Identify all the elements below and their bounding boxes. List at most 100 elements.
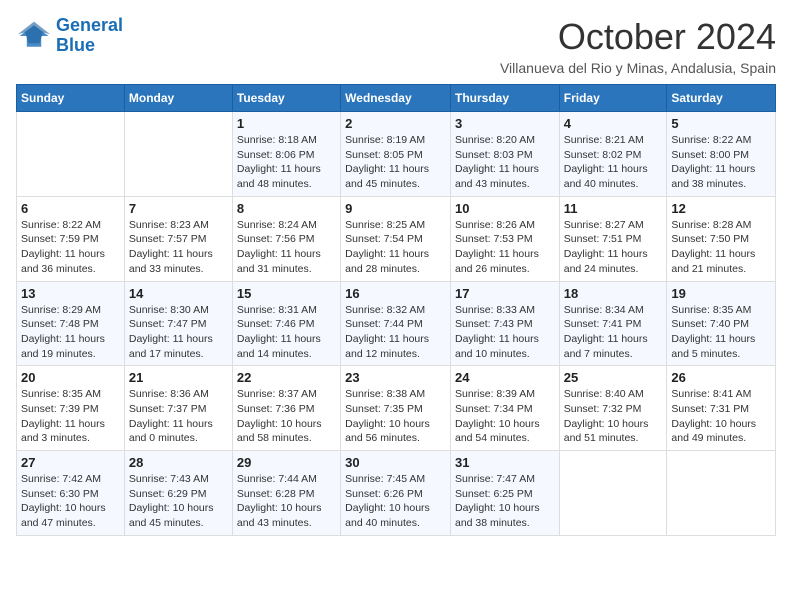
logo-text: General Blue: [56, 16, 123, 56]
calendar-week-row: 6Sunrise: 8:22 AM Sunset: 7:59 PM Daylig…: [17, 196, 776, 281]
calendar-week-row: 20 Sunrise: 8:35 AM Sunset: 7:39 PM Dayli…: [17, 366, 776, 451]
month-title: October 2024: [500, 16, 776, 58]
day-info: Sunrise: 8:22 AM Sunset: 7:59 PM Dayligh…: [21, 218, 120, 277]
day-number: 1: [237, 116, 336, 131]
day-info: Sunrise: 8:23 AM Sunset: 7:57 PM Dayligh…: [129, 218, 228, 277]
day-number: 25: [564, 370, 663, 385]
day-info: Sunrise: 8:38 AM Sunset: 7:35 PM Dayligh…: [345, 387, 446, 446]
calendar-week-row: 1 Sunrise: 8:18 AM Sunset: 8:06 PM Daylig…: [17, 112, 776, 197]
weekday-header-saturday: Saturday: [667, 85, 776, 112]
day-info: Sunrise: 8:41 AM Sunset: 7:31 PM Dayligh…: [671, 387, 771, 446]
calendar-cell: 14Sunrise: 8:30 AM Sunset: 7:47 PM Dayli…: [124, 281, 232, 366]
calendar-cell: 29 Sunrise: 7:44 AM Sunset: 6:28 PM Dayli…: [232, 451, 340, 536]
day-info: Sunrise: 8:21 AM Sunset: 8:02 PM Dayligh…: [564, 133, 663, 192]
day-number: 5: [671, 116, 771, 131]
calendar-week-row: 27 Sunrise: 7:42 AM Sunset: 6:30 PM Dayli…: [17, 451, 776, 536]
day-info: Sunrise: 8:24 AM Sunset: 7:56 PM Dayligh…: [237, 218, 336, 277]
logo: General Blue: [16, 16, 123, 56]
day-number: 2: [345, 116, 446, 131]
day-number: 28: [129, 455, 228, 470]
day-info: Sunrise: 8:35 AM Sunset: 7:39 PM Dayligh…: [21, 387, 120, 446]
calendar-cell: [124, 112, 232, 197]
day-number: 9: [345, 201, 446, 216]
day-number: 19: [671, 286, 771, 301]
day-number: 22: [237, 370, 336, 385]
logo-icon: [16, 18, 52, 54]
calendar-cell: [667, 451, 776, 536]
day-info: Sunrise: 8:18 AM Sunset: 8:06 PM Dayligh…: [237, 133, 336, 192]
day-info: Sunrise: 8:40 AM Sunset: 7:32 PM Dayligh…: [564, 387, 663, 446]
calendar-cell: 10Sunrise: 8:26 AM Sunset: 7:53 PM Dayli…: [450, 196, 559, 281]
day-number: 14: [129, 286, 228, 301]
calendar-cell: 12 Sunrise: 8:28 AM Sunset: 7:50 PM Dayli…: [667, 196, 776, 281]
day-info: Sunrise: 8:27 AM Sunset: 7:51 PM Dayligh…: [564, 218, 663, 277]
day-info: Sunrise: 7:45 AM Sunset: 6:26 PM Dayligh…: [345, 472, 446, 531]
calendar-cell: 2 Sunrise: 8:19 AM Sunset: 8:05 PM Daylig…: [341, 112, 451, 197]
day-info: Sunrise: 8:32 AM Sunset: 7:44 PM Dayligh…: [345, 303, 446, 362]
day-info: Sunrise: 8:39 AM Sunset: 7:34 PM Dayligh…: [455, 387, 555, 446]
title-block: October 2024 Villanueva del Rio y Minas,…: [500, 16, 776, 76]
weekday-header-friday: Friday: [559, 85, 667, 112]
calendar-cell: 15Sunrise: 8:31 AM Sunset: 7:46 PM Dayli…: [232, 281, 340, 366]
calendar-cell: 6Sunrise: 8:22 AM Sunset: 7:59 PM Daylig…: [17, 196, 125, 281]
weekday-header-sunday: Sunday: [17, 85, 125, 112]
day-number: 7: [129, 201, 228, 216]
calendar-cell: 31Sunrise: 7:47 AM Sunset: 6:25 PM Dayli…: [450, 451, 559, 536]
calendar-cell: 22 Sunrise: 8:37 AM Sunset: 7:36 PM Dayli…: [232, 366, 340, 451]
day-info: Sunrise: 7:47 AM Sunset: 6:25 PM Dayligh…: [455, 472, 555, 531]
day-info: Sunrise: 7:44 AM Sunset: 6:28 PM Dayligh…: [237, 472, 336, 531]
calendar-cell: [559, 451, 667, 536]
calendar-cell: 30 Sunrise: 7:45 AM Sunset: 6:26 PM Dayli…: [341, 451, 451, 536]
day-number: 27: [21, 455, 120, 470]
day-number: 8: [237, 201, 336, 216]
day-info: Sunrise: 8:36 AM Sunset: 7:37 PM Dayligh…: [129, 387, 228, 446]
calendar-cell: 17 Sunrise: 8:33 AM Sunset: 7:43 PM Dayli…: [450, 281, 559, 366]
day-number: 30: [345, 455, 446, 470]
weekday-header-monday: Monday: [124, 85, 232, 112]
day-info: Sunrise: 8:35 AM Sunset: 7:40 PM Dayligh…: [671, 303, 771, 362]
calendar-cell: 3 Sunrise: 8:20 AM Sunset: 8:03 PM Daylig…: [450, 112, 559, 197]
day-info: Sunrise: 8:33 AM Sunset: 7:43 PM Dayligh…: [455, 303, 555, 362]
day-info: Sunrise: 8:34 AM Sunset: 7:41 PM Dayligh…: [564, 303, 663, 362]
calendar-week-row: 13Sunrise: 8:29 AM Sunset: 7:48 PM Dayli…: [17, 281, 776, 366]
day-info: Sunrise: 8:22 AM Sunset: 8:00 PM Dayligh…: [671, 133, 771, 192]
day-number: 21: [129, 370, 228, 385]
calendar-cell: 18 Sunrise: 8:34 AM Sunset: 7:41 PM Dayli…: [559, 281, 667, 366]
calendar-cell: 8 Sunrise: 8:24 AM Sunset: 7:56 PM Daylig…: [232, 196, 340, 281]
day-info: Sunrise: 8:37 AM Sunset: 7:36 PM Dayligh…: [237, 387, 336, 446]
calendar-cell: 7 Sunrise: 8:23 AM Sunset: 7:57 PM Daylig…: [124, 196, 232, 281]
day-number: 24: [455, 370, 555, 385]
calendar-cell: 13Sunrise: 8:29 AM Sunset: 7:48 PM Dayli…: [17, 281, 125, 366]
day-number: 13: [21, 286, 120, 301]
day-info: Sunrise: 8:31 AM Sunset: 7:46 PM Dayligh…: [237, 303, 336, 362]
day-number: 23: [345, 370, 446, 385]
calendar-cell: 23 Sunrise: 8:38 AM Sunset: 7:35 PM Dayli…: [341, 366, 451, 451]
day-info: Sunrise: 8:28 AM Sunset: 7:50 PM Dayligh…: [671, 218, 771, 277]
day-number: 29: [237, 455, 336, 470]
day-info: Sunrise: 8:19 AM Sunset: 8:05 PM Dayligh…: [345, 133, 446, 192]
day-info: Sunrise: 8:25 AM Sunset: 7:54 PM Dayligh…: [345, 218, 446, 277]
day-number: 4: [564, 116, 663, 131]
calendar-cell: 5 Sunrise: 8:22 AM Sunset: 8:00 PM Daylig…: [667, 112, 776, 197]
calendar-cell: 26Sunrise: 8:41 AM Sunset: 7:31 PM Dayli…: [667, 366, 776, 451]
calendar-cell: [17, 112, 125, 197]
day-number: 17: [455, 286, 555, 301]
day-number: 3: [455, 116, 555, 131]
calendar-cell: 9 Sunrise: 8:25 AM Sunset: 7:54 PM Daylig…: [341, 196, 451, 281]
day-number: 20: [21, 370, 120, 385]
day-number: 12: [671, 201, 771, 216]
calendar-cell: 19 Sunrise: 8:35 AM Sunset: 7:40 PM Dayli…: [667, 281, 776, 366]
calendar-cell: 28Sunrise: 7:43 AM Sunset: 6:29 PM Dayli…: [124, 451, 232, 536]
weekday-header-wednesday: Wednesday: [341, 85, 451, 112]
day-info: Sunrise: 8:20 AM Sunset: 8:03 PM Dayligh…: [455, 133, 555, 192]
page-header: General Blue October 2024 Villanueva del…: [16, 16, 776, 76]
calendar-cell: 21 Sunrise: 8:36 AM Sunset: 7:37 PM Dayli…: [124, 366, 232, 451]
calendar-table: SundayMondayTuesdayWednesdayThursdayFrid…: [16, 84, 776, 536]
calendar-cell: 16Sunrise: 8:32 AM Sunset: 7:44 PM Dayli…: [341, 281, 451, 366]
day-number: 18: [564, 286, 663, 301]
calendar-cell: 11Sunrise: 8:27 AM Sunset: 7:51 PM Dayli…: [559, 196, 667, 281]
calendar-cell: 27 Sunrise: 7:42 AM Sunset: 6:30 PM Dayli…: [17, 451, 125, 536]
day-info: Sunrise: 7:42 AM Sunset: 6:30 PM Dayligh…: [21, 472, 120, 531]
calendar-cell: 24 Sunrise: 8:39 AM Sunset: 7:34 PM Dayli…: [450, 366, 559, 451]
day-number: 10: [455, 201, 555, 216]
